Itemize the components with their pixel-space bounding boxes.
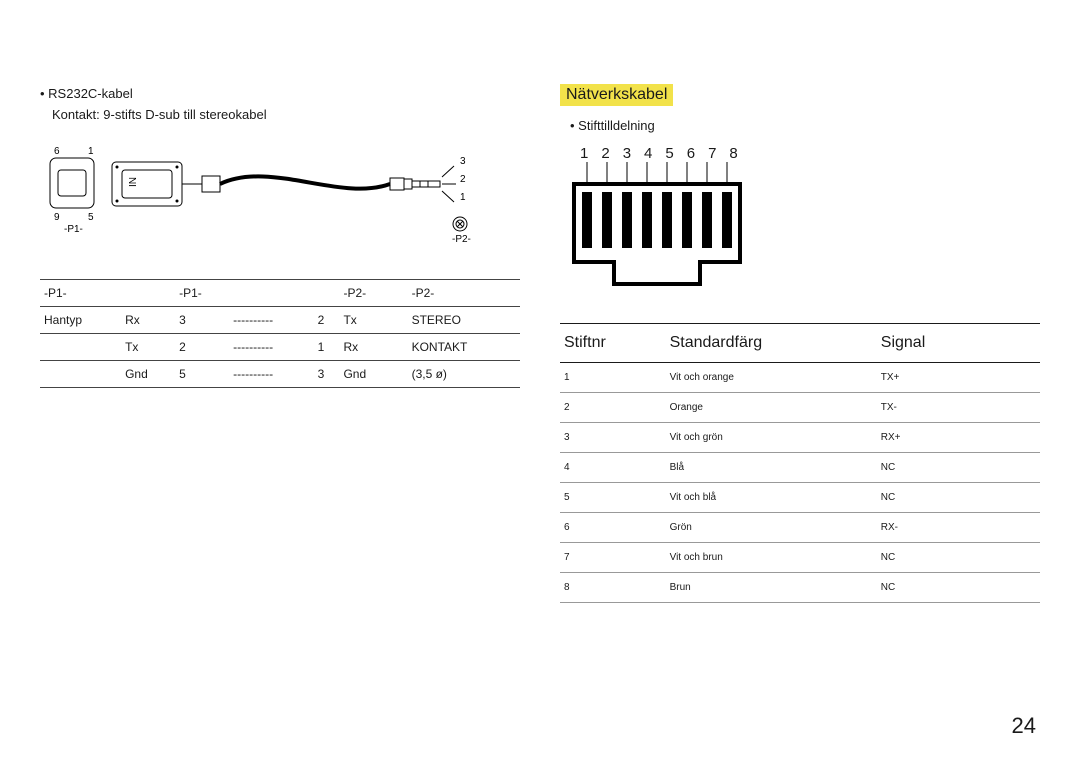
r2e: (3,5 ø) bbox=[408, 360, 520, 387]
p1-num-1: 1 bbox=[88, 146, 94, 157]
ln2c: Vit och grön bbox=[666, 422, 877, 452]
page-number: 24 bbox=[1012, 713, 1036, 739]
network-heading: Nätverkskabel bbox=[560, 84, 673, 106]
ln7s: NC bbox=[877, 572, 1040, 602]
ln0n: 1 bbox=[560, 362, 666, 392]
th-p2a: -P2- bbox=[339, 279, 393, 306]
r0a: Rx bbox=[121, 306, 175, 333]
r2d: Gnd bbox=[339, 360, 393, 387]
jack-3: 3 bbox=[460, 156, 466, 167]
ln4s: NC bbox=[877, 482, 1040, 512]
in-label: IN bbox=[128, 177, 139, 187]
rs232c-table: -P1- -P1- -P2- -P2- Hantyp Rx 3 --------… bbox=[40, 279, 520, 388]
ln1n: 2 bbox=[560, 392, 666, 422]
th-standardfarg: Standardfärg bbox=[666, 323, 877, 362]
jack-1: 1 bbox=[460, 192, 466, 203]
lan-pin-table: Stiftnr Standardfärg Signal 1Vit och ora… bbox=[560, 323, 1040, 603]
jack-2: 2 bbox=[460, 174, 466, 185]
rj45-diagram: 1 2 3 4 5 6 7 8 bbox=[572, 145, 1040, 297]
p2-label: -P2- bbox=[452, 234, 471, 245]
ln0s: TX+ bbox=[877, 362, 1040, 392]
r0dash: ---------- bbox=[229, 306, 313, 333]
left-column: RS232C-kabel Kontakt: 9-stifts D-sub til… bbox=[40, 84, 520, 743]
r2a: Gnd bbox=[121, 360, 175, 387]
rj45-svg bbox=[572, 162, 762, 292]
th-stiftnr: Stiftnr bbox=[560, 323, 666, 362]
p1-num-9: 9 bbox=[54, 212, 60, 223]
pin-8: 8 bbox=[729, 145, 740, 162]
ln6n: 7 bbox=[560, 542, 666, 572]
pin-4: 4 bbox=[644, 145, 655, 162]
rs232c-bullet: RS232C-kabel bbox=[40, 84, 520, 105]
r0b: 3 bbox=[175, 306, 229, 333]
r1d: Rx bbox=[339, 333, 393, 360]
r1dash: ---------- bbox=[229, 333, 313, 360]
ln7c: Brun bbox=[666, 572, 877, 602]
ln5c: Grön bbox=[666, 512, 877, 542]
r0d: Tx bbox=[339, 306, 393, 333]
r1c: 1 bbox=[314, 333, 340, 360]
p1-num-5: 5 bbox=[88, 212, 94, 223]
hantyp-label: Hantyp bbox=[40, 306, 121, 333]
rs232c-subtitle: Kontakt: 9-stifts D-sub till stereokabel bbox=[52, 105, 520, 126]
ln3c: Blå bbox=[666, 452, 877, 482]
ln2n: 3 bbox=[560, 422, 666, 452]
ln4c: Vit och blå bbox=[666, 482, 877, 512]
ln1c: Orange bbox=[666, 392, 877, 422]
th-p1a: -P1- bbox=[40, 279, 121, 306]
rs232c-svg: 6 1 9 5 -P1- IN bbox=[40, 140, 500, 250]
ln6c: Vit och brun bbox=[666, 542, 877, 572]
pin-3: 3 bbox=[623, 145, 634, 162]
rs232c-diagram: 6 1 9 5 -P1- IN bbox=[40, 140, 520, 255]
pin-2: 2 bbox=[601, 145, 612, 162]
r1a: Tx bbox=[121, 333, 175, 360]
ln3s: NC bbox=[877, 452, 1040, 482]
th-p2b: -P2- bbox=[408, 279, 520, 306]
pin-6: 6 bbox=[687, 145, 698, 162]
right-column: Nätverkskabel Stifttilldelning 1 2 3 4 5… bbox=[560, 84, 1040, 743]
ln5s: RX- bbox=[877, 512, 1040, 542]
pin-5: 5 bbox=[665, 145, 676, 162]
p1-label: -P1- bbox=[64, 224, 83, 235]
ln1s: TX- bbox=[877, 392, 1040, 422]
ln4n: 5 bbox=[560, 482, 666, 512]
r2dash: ---------- bbox=[229, 360, 313, 387]
r1e: KONTAKT bbox=[408, 333, 520, 360]
pin-assign-bullet: Stifttilldelning bbox=[570, 116, 1040, 137]
ln2s: RX+ bbox=[877, 422, 1040, 452]
p1-num-6: 6 bbox=[54, 146, 60, 157]
th-p1b: -P1- bbox=[175, 279, 229, 306]
ln3n: 4 bbox=[560, 452, 666, 482]
pin-1: 1 bbox=[580, 145, 591, 162]
ln7n: 8 bbox=[560, 572, 666, 602]
ln0c: Vit och orange bbox=[666, 362, 877, 392]
th-signal: Signal bbox=[877, 323, 1040, 362]
page: RS232C-kabel Kontakt: 9-stifts D-sub til… bbox=[0, 0, 1080, 763]
pin-7: 7 bbox=[708, 145, 719, 162]
r1b: 2 bbox=[175, 333, 229, 360]
r0c: 2 bbox=[314, 306, 340, 333]
r0e: STEREO bbox=[408, 306, 520, 333]
ln5n: 6 bbox=[560, 512, 666, 542]
r2c: 3 bbox=[314, 360, 340, 387]
r2b: 5 bbox=[175, 360, 229, 387]
ln6s: NC bbox=[877, 542, 1040, 572]
